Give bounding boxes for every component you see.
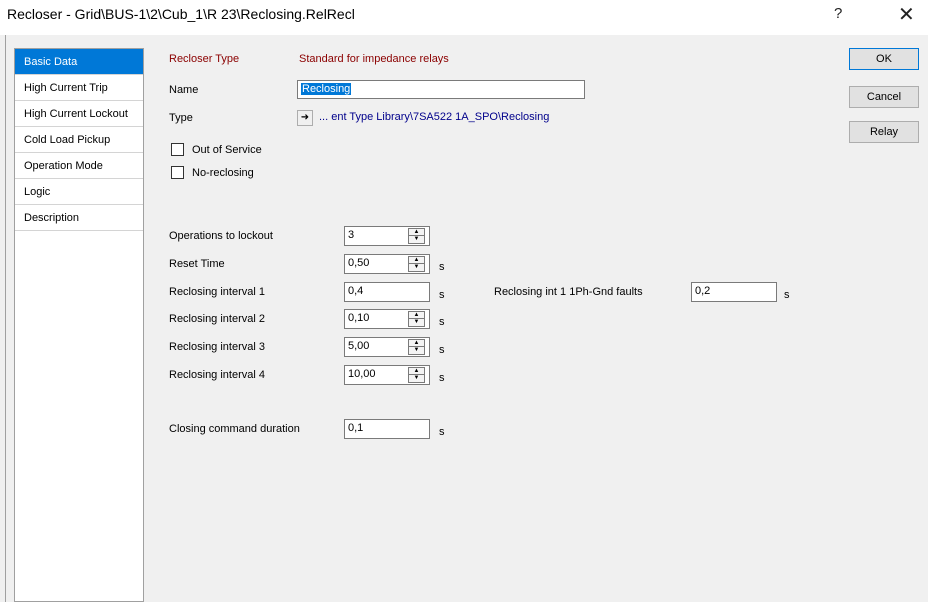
- operations-to-lockout-spinner[interactable]: ▲ ▼: [408, 228, 425, 244]
- sidebar-item-high-current-lockout[interactable]: High Current Lockout: [15, 101, 143, 127]
- closing-command-duration-input[interactable]: 0,1: [344, 419, 430, 439]
- out-of-service-label: Out of Service: [192, 144, 262, 156]
- reclosing-interval-4-unit: s: [439, 372, 445, 384]
- no-reclosing-checkbox[interactable]: [171, 166, 184, 179]
- sidebar-item-operation-mode[interactable]: Operation Mode: [15, 153, 143, 179]
- recloser-type-label: Recloser Type: [169, 53, 240, 65]
- spin-up-icon[interactable]: ▲: [409, 312, 424, 319]
- closing-command-duration-unit: s: [439, 426, 445, 438]
- name-input-value: Reclosing: [301, 83, 352, 95]
- no-reclosing-label: No-reclosing: [192, 167, 254, 179]
- close-icon[interactable]: ✕: [898, 2, 915, 27]
- cancel-button[interactable]: Cancel: [849, 86, 919, 108]
- spin-up-icon[interactable]: ▲: [409, 229, 424, 236]
- reclosing-interval-1-input[interactable]: 0,4: [344, 282, 430, 302]
- help-icon[interactable]: ?: [834, 5, 842, 22]
- reclosing-interval-1-unit: s: [439, 289, 445, 301]
- sidebar: Basic Data High Current Trip High Curren…: [14, 48, 144, 602]
- spin-down-icon[interactable]: ▼: [409, 264, 424, 271]
- sidebar-item-cold-load-pickup[interactable]: Cold Load Pickup: [15, 127, 143, 153]
- spin-down-icon[interactable]: ▼: [409, 236, 424, 243]
- reclosing-interval-2-label: Reclosing interval 2: [169, 313, 265, 325]
- ok-button[interactable]: OK: [849, 48, 919, 70]
- spin-up-icon[interactable]: ▲: [409, 340, 424, 347]
- sidebar-item-description[interactable]: Description: [15, 205, 143, 231]
- reclosing-interval-3-unit: s: [439, 344, 445, 356]
- type-label: Type: [169, 112, 193, 124]
- spin-up-icon[interactable]: ▲: [409, 257, 424, 264]
- type-select-arrow-icon[interactable]: ➜: [297, 110, 313, 126]
- sidebar-item-basic-data[interactable]: Basic Data: [15, 49, 143, 75]
- reclosing-int-1ph-label: Reclosing int 1 1Ph-Gnd faults: [494, 286, 643, 298]
- spin-down-icon[interactable]: ▼: [409, 375, 424, 382]
- reclosing-interval-3-spinner[interactable]: ▲ ▼: [408, 339, 425, 355]
- reclosing-int-1ph-unit: s: [784, 289, 790, 301]
- reclosing-interval-4-spinner[interactable]: ▲ ▼: [408, 367, 425, 383]
- spin-up-icon[interactable]: ▲: [409, 368, 424, 375]
- relay-button[interactable]: Relay: [849, 121, 919, 143]
- name-label: Name: [169, 84, 199, 96]
- reclosing-interval-2-spinner[interactable]: ▲ ▼: [408, 311, 425, 327]
- closing-command-duration-label: Closing command duration: [169, 423, 300, 435]
- reset-time-spinner[interactable]: ▲ ▼: [408, 256, 425, 272]
- out-of-service-checkbox[interactable]: [171, 143, 184, 156]
- spin-down-icon[interactable]: ▼: [409, 347, 424, 354]
- reclosing-interval-4-label: Reclosing interval 4: [169, 369, 265, 381]
- reclosing-interval-1-label: Reclosing interval 1: [169, 286, 265, 298]
- reset-time-unit: s: [439, 261, 445, 273]
- sidebar-item-logic[interactable]: Logic: [15, 179, 143, 205]
- reclosing-interval-3-label: Reclosing interval 3: [169, 341, 265, 353]
- title-bar: Recloser - Grid\BUS-1\2\Cub_1\R 23\Reclo…: [0, 0, 928, 30]
- sidebar-item-high-current-trip[interactable]: High Current Trip: [15, 75, 143, 101]
- reclosing-int-1ph-input[interactable]: 0,2: [691, 282, 777, 302]
- window-title: Recloser - Grid\BUS-1\2\Cub_1\R 23\Reclo…: [7, 6, 355, 22]
- recloser-type-value: Standard for impedance relays: [299, 53, 449, 65]
- dialog-left-border: [5, 35, 6, 602]
- name-input[interactable]: Reclosing: [297, 80, 585, 99]
- type-value-link[interactable]: ... ent Type Library\7SA522 1A_SPO\Reclo…: [319, 111, 549, 123]
- reclosing-interval-2-unit: s: [439, 316, 445, 328]
- reset-time-label: Reset Time: [169, 258, 225, 270]
- spin-down-icon[interactable]: ▼: [409, 319, 424, 326]
- operations-to-lockout-label: Operations to lockout: [169, 230, 273, 242]
